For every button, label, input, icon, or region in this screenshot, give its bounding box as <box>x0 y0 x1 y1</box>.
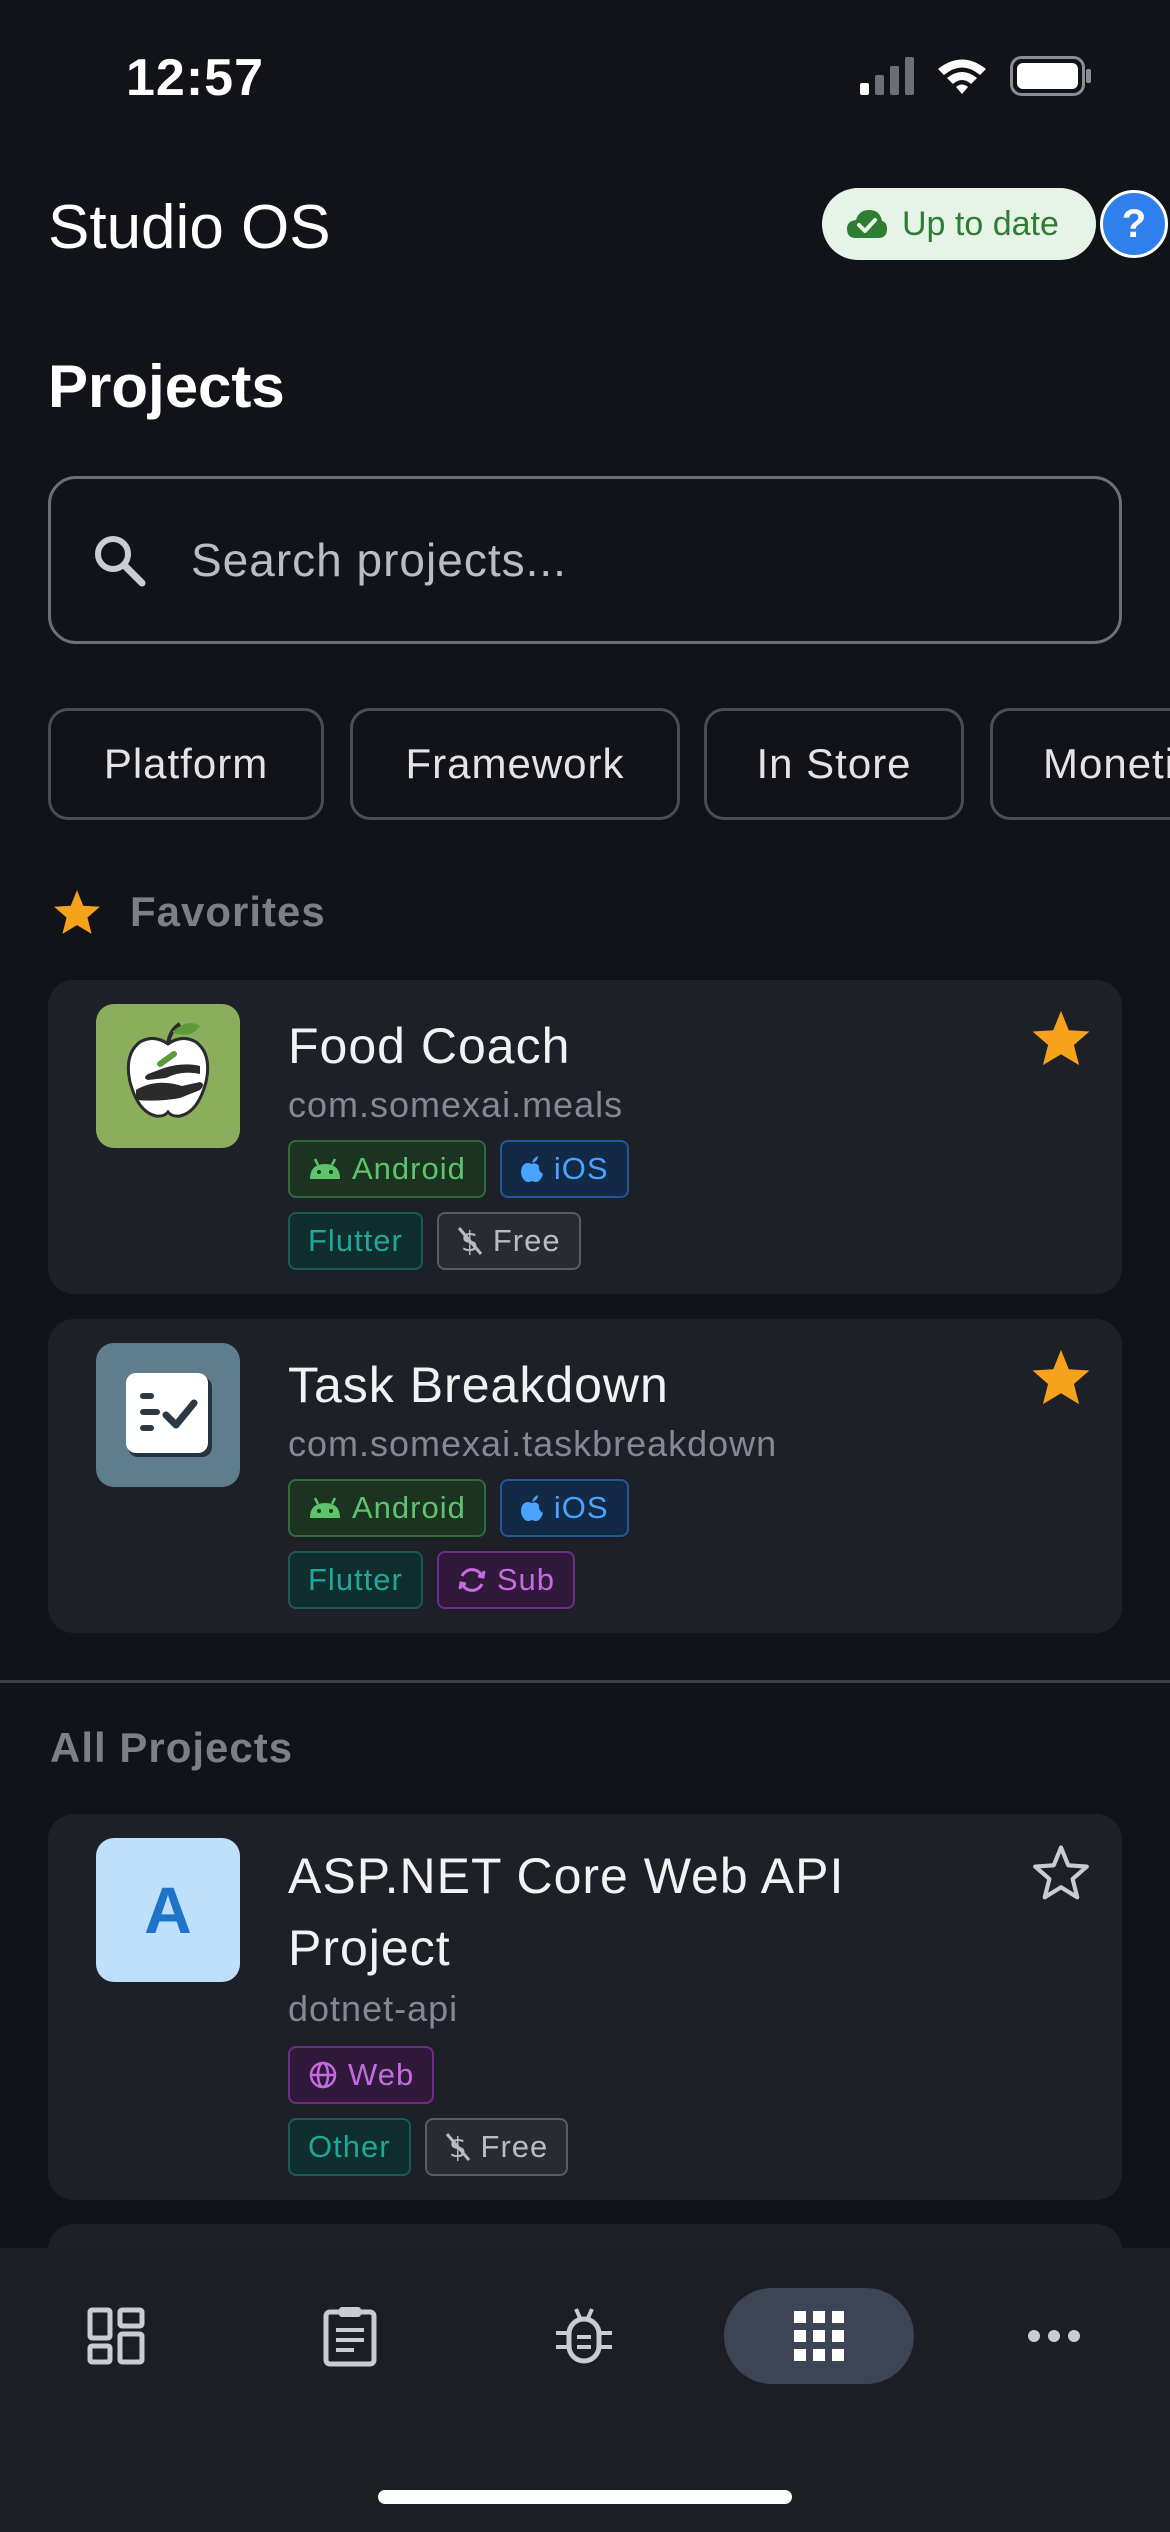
project-card-task-breakdown[interactable]: Task Breakdown com.somexai.taskbreakdown… <box>48 1319 1122 1633</box>
help-button[interactable]: ? <box>1100 190 1168 258</box>
tag-web: Web <box>288 2046 435 2104</box>
favorite-star-filled-icon[interactable] <box>1030 1008 1092 1068</box>
tag-label: Free <box>492 1223 561 1258</box>
checklist-icon <box>126 1373 212 1457</box>
favorites-label: Favorites <box>130 888 326 935</box>
filter-chip-framework[interactable]: Framework <box>350 708 680 820</box>
android-icon <box>310 1158 340 1179</box>
app-title: Studio OS <box>48 193 331 262</box>
project-name: Task Breakdown <box>288 1357 669 1413</box>
project-name: Food Coach <box>288 1018 571 1074</box>
nav-clipboard[interactable] <box>302 2288 398 2384</box>
cloud-done-icon <box>847 210 887 238</box>
apps-grid-icon <box>794 2311 844 2361</box>
tag-label: Free <box>480 2129 549 2164</box>
tag-label: Web <box>348 2057 415 2092</box>
favorites-header: Favorites <box>52 888 326 936</box>
tag-android: Android <box>288 1140 486 1198</box>
apple-hands-icon <box>126 1022 210 1118</box>
filter-chip-platform[interactable]: Platform <box>48 708 324 820</box>
platform-tags: Web <box>288 2046 435 2104</box>
meta-tags: Flutter Sub <box>288 1551 576 1609</box>
tag-monetization: $ Free <box>424 2118 569 2176</box>
search-input[interactable] <box>191 533 1041 587</box>
platform-tags: Android iOS <box>288 1479 629 1537</box>
cellular-signal-icon <box>860 57 914 95</box>
nav-more[interactable] <box>1006 2288 1102 2384</box>
all-projects-header: All Projects <box>50 1724 293 1772</box>
project-package: dotnet-api <box>288 1988 459 2029</box>
tag-framework: Flutter <box>288 1212 423 1270</box>
money-off-icon: $ <box>457 1225 483 1257</box>
project-package: com.somexai.taskbreakdown <box>288 1423 778 1464</box>
tag-ios: iOS <box>499 1479 629 1537</box>
filter-chip-in-store[interactable]: In Store <box>704 708 964 820</box>
food-coach-app-icon <box>96 1004 240 1148</box>
wifi-icon <box>938 59 986 94</box>
avatar-initial: A <box>144 1873 192 1947</box>
status-time: 12:57 <box>126 49 264 107</box>
favorite-star-outline-icon[interactable] <box>1030 1842 1092 1902</box>
status-icons <box>860 56 1092 96</box>
bug-icon <box>556 2308 612 2364</box>
page-title: Projects <box>48 353 285 420</box>
filter-chip-row: Platform Framework In Store Monetization <box>48 708 1170 822</box>
section-divider <box>0 1680 1170 1683</box>
meta-tags: Other $ Free <box>288 2118 569 2176</box>
sync-status-pill[interactable]: Up to date <box>822 188 1096 260</box>
tag-label: iOS <box>553 1490 609 1525</box>
nav-apps[interactable] <box>724 2288 914 2384</box>
clipboard-icon <box>323 2307 377 2367</box>
tag-framework: Flutter <box>288 1551 423 1609</box>
star-icon <box>54 890 100 934</box>
android-icon <box>310 1497 340 1518</box>
dashboard-icon <box>87 2307 145 2365</box>
project-package: com.somexai.meals <box>288 1084 624 1125</box>
more-icon <box>1028 2330 1080 2342</box>
project-card-aspnet[interactable]: A ASP.NET Core Web API Project dotnet-ap… <box>48 1814 1122 2200</box>
status-bar: 12:57 <box>0 0 1170 150</box>
task-breakdown-app-icon <box>96 1343 240 1487</box>
globe-icon <box>309 2061 337 2089</box>
nav-dashboard[interactable] <box>68 2288 164 2384</box>
favorite-star-filled-icon[interactable] <box>1030 1347 1092 1407</box>
tag-label: Android <box>352 1151 466 1186</box>
tag-label: iOS <box>553 1151 609 1186</box>
apple-icon <box>520 1495 543 1521</box>
project-name-line1: ASP.NET Core Web API <box>288 1848 845 1904</box>
tag-android: Android <box>288 1479 486 1537</box>
all-projects-label: All Projects <box>50 1724 294 1771</box>
tag-monetization: Sub <box>436 1551 576 1609</box>
money-off-icon: $ <box>445 2131 470 2163</box>
tag-label: Sub <box>496 1562 556 1597</box>
search-icon <box>95 536 146 587</box>
project-card-food-coach[interactable]: Food Coach com.somexai.meals Android iOS… <box>48 980 1122 1294</box>
meta-tags: Flutter $ Free <box>288 1212 581 1270</box>
tag-framework: Other <box>288 2118 411 2176</box>
project-name: ASP.NET Core Web API Project <box>288 1840 844 1984</box>
tag-label: Android <box>352 1490 466 1525</box>
project-initial-avatar: A <box>96 1838 240 1982</box>
nav-bugs[interactable] <box>536 2288 632 2384</box>
apple-icon <box>520 1156 543 1182</box>
platform-tags: Android iOS <box>288 1140 629 1198</box>
search-box[interactable] <box>48 476 1122 644</box>
tag-monetization: $ Free <box>436 1212 581 1270</box>
tag-ios: iOS <box>499 1140 629 1198</box>
subscription-sync-icon <box>458 1568 486 1592</box>
filter-chip-monetization[interactable]: Monetization <box>990 708 1170 820</box>
project-name-line2: Project <box>288 1920 451 1976</box>
battery-icon <box>1010 56 1091 96</box>
help-icon: ? <box>1121 201 1147 246</box>
home-indicator <box>378 2490 792 2504</box>
sync-status-label: Up to date <box>902 204 1059 243</box>
